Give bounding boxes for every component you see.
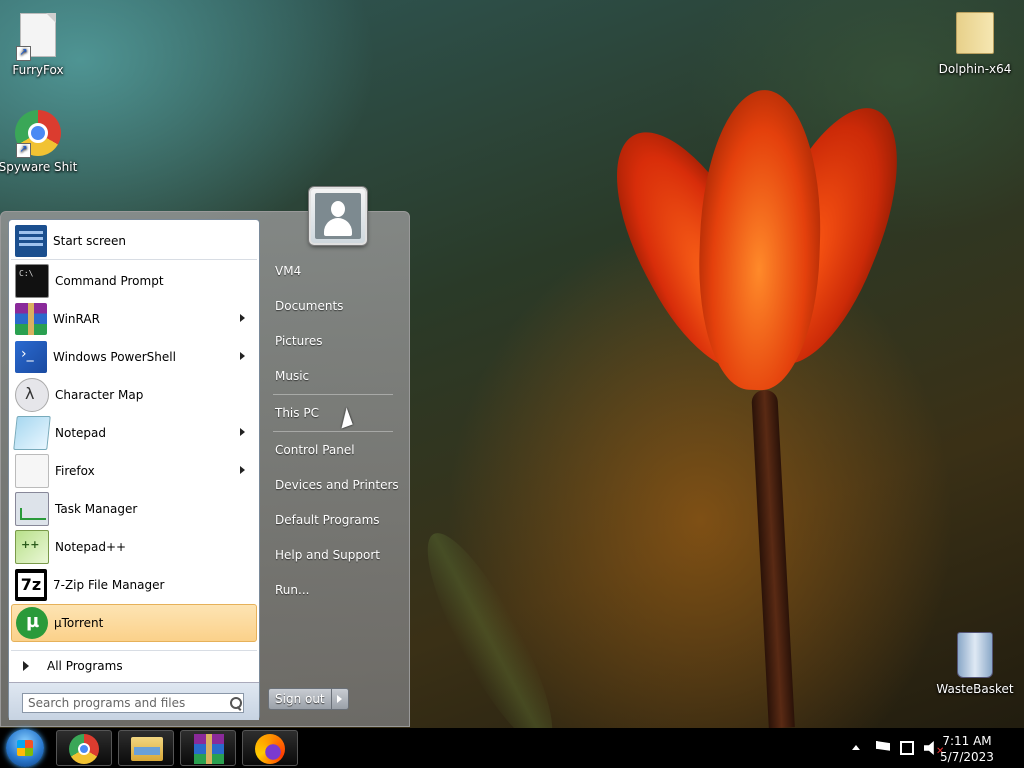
- program-label: Windows PowerShell: [53, 350, 176, 364]
- program-label: 7-Zip File Manager: [53, 578, 165, 592]
- divider: [273, 394, 393, 395]
- program-list: Start screen Command Prompt WinRAR Windo…: [11, 222, 257, 642]
- program-command-prompt[interactable]: Command Prompt: [11, 262, 257, 300]
- task-manager-icon: [15, 492, 49, 526]
- program-7zip-file-manager[interactable]: 7-Zip File Manager: [11, 566, 257, 604]
- submenu-arrow-icon[interactable]: [240, 428, 245, 436]
- utorrent-icon: [16, 607, 48, 639]
- taskbar-firefox[interactable]: [242, 730, 298, 766]
- program-firefox[interactable]: Firefox: [11, 452, 257, 490]
- place-pictures[interactable]: Pictures: [263, 324, 403, 359]
- divider: [273, 431, 393, 432]
- submenu-arrow-icon[interactable]: [240, 314, 245, 322]
- program-label: Notepad: [55, 426, 106, 440]
- wallpaper-petal: [723, 89, 927, 381]
- chrome-icon: [69, 734, 99, 764]
- all-programs-label: All Programs: [47, 658, 123, 673]
- start-screen-icon: [15, 224, 47, 257]
- start-button[interactable]: [6, 729, 44, 767]
- desktop-icon-dolphin-x64[interactable]: Dolphin-x64: [930, 8, 1020, 76]
- desktop-icon-label: Spyware Shit: [0, 160, 78, 174]
- program-utorrent[interactable]: µTorrent: [11, 604, 257, 642]
- desktop-icon-label: FurryFox: [12, 63, 64, 77]
- shortcut-arrow-icon: ↗: [16, 46, 31, 61]
- place-this-pc[interactable]: This PC: [263, 396, 403, 431]
- place-control-panel[interactable]: Control Panel: [263, 433, 403, 468]
- command-prompt-icon: [15, 264, 49, 298]
- wallpaper-petal: [585, 109, 805, 391]
- user-avatar[interactable]: [309, 187, 367, 245]
- place-vm4[interactable]: VM4: [263, 254, 403, 289]
- submenu-arrow-icon[interactable]: [240, 466, 245, 474]
- desktop-icon-label: WasteBasket: [936, 682, 1014, 696]
- program-winrar[interactable]: WinRAR: [11, 300, 257, 338]
- powershell-icon: [15, 341, 47, 373]
- wallpaper-stem: [751, 389, 795, 729]
- program-windows-powershell[interactable]: Windows PowerShell: [11, 338, 257, 376]
- start-menu: Start screen Command Prompt WinRAR Windo…: [0, 187, 410, 727]
- taskbar: ✕ 7:11 AM 5/7/2023: [0, 728, 1024, 768]
- shortcut-arrow-icon: ↗: [16, 143, 31, 158]
- clock[interactable]: 7:11 AM 5/7/2023: [932, 733, 1002, 765]
- user-silhouette-icon: [331, 201, 345, 217]
- clock-time: 7:11 AM: [942, 734, 992, 748]
- place-run[interactable]: Run...: [263, 573, 403, 608]
- winrar-icon: [15, 303, 47, 335]
- desktop-icon-wastebasket[interactable]: WasteBasket: [930, 630, 1020, 696]
- notepad-plus-plus-icon: [15, 530, 49, 564]
- folder-icon: [951, 12, 999, 60]
- winrar-icon: [194, 734, 224, 764]
- program-label: Notepad++: [55, 540, 127, 554]
- desktop-icon-furryfox[interactable]: ↗ FurryFox: [0, 10, 83, 77]
- program-notepad[interactable]: Notepad: [11, 414, 257, 452]
- blank-file-icon: [15, 454, 49, 488]
- character-map-icon: [15, 378, 49, 412]
- wallpaper-petal: [694, 87, 826, 393]
- program-notepad-plus-plus[interactable]: Notepad++: [11, 528, 257, 566]
- action-center-flag-icon[interactable]: [876, 741, 890, 751]
- program-start-screen[interactable]: Start screen: [11, 222, 257, 260]
- program-label: Start screen: [53, 233, 127, 248]
- shutdown-options-arrow-icon[interactable]: [332, 689, 348, 709]
- all-programs-button[interactable]: All Programs: [11, 650, 257, 680]
- search-area: [9, 682, 259, 720]
- place-devices-and-printers[interactable]: Devices and Printers: [263, 468, 403, 503]
- program-task-manager[interactable]: Task Manager: [11, 490, 257, 528]
- search-input[interactable]: [22, 693, 244, 713]
- sign-out-control: Sign out: [268, 688, 349, 710]
- taskbar-file-explorer[interactable]: [118, 730, 174, 766]
- program-label: Task Manager: [55, 502, 138, 516]
- taskbar-chrome[interactable]: [56, 730, 112, 766]
- recycle-bin-icon: [951, 632, 999, 680]
- place-default-programs[interactable]: Default Programs: [263, 503, 403, 538]
- 7zip-icon: [15, 569, 47, 601]
- submenu-arrow-icon[interactable]: [240, 352, 245, 360]
- show-hidden-icons-icon[interactable]: [852, 745, 860, 750]
- notepad-icon: [13, 416, 51, 450]
- sign-out-button[interactable]: Sign out: [269, 689, 332, 709]
- place-documents[interactable]: Documents: [263, 289, 403, 324]
- wallpaper-leaf: [407, 519, 573, 761]
- program-label: Command Prompt: [55, 274, 164, 288]
- program-label: µTorrent: [54, 616, 104, 630]
- chrome-icon: ↗: [14, 110, 62, 158]
- program-label: Firefox: [55, 464, 95, 478]
- file-shortcut-icon: ↗: [14, 13, 62, 61]
- start-menu-programs-pane: Start screen Command Prompt WinRAR Windo…: [8, 219, 260, 720]
- firefox-icon: [255, 734, 285, 764]
- start-menu-places-list: VM4 Documents Pictures Music This PC Con…: [263, 254, 403, 608]
- desktop-icon-spyware-shit[interactable]: ↗ Spyware Shit: [0, 110, 83, 174]
- file-explorer-icon: [131, 737, 163, 761]
- network-icon[interactable]: [900, 741, 914, 755]
- taskbar-winrar[interactable]: [180, 730, 236, 766]
- play-arrow-icon: [23, 661, 29, 671]
- place-help-and-support[interactable]: Help and Support: [263, 538, 403, 573]
- place-music[interactable]: Music: [263, 359, 403, 394]
- desktop-icon-label: Dolphin-x64: [938, 62, 1012, 76]
- clock-date: 5/7/2023: [940, 750, 994, 764]
- search-icon[interactable]: [230, 697, 242, 709]
- program-label: WinRAR: [53, 312, 100, 326]
- program-character-map[interactable]: Character Map: [11, 376, 257, 414]
- program-label: Character Map: [55, 388, 144, 402]
